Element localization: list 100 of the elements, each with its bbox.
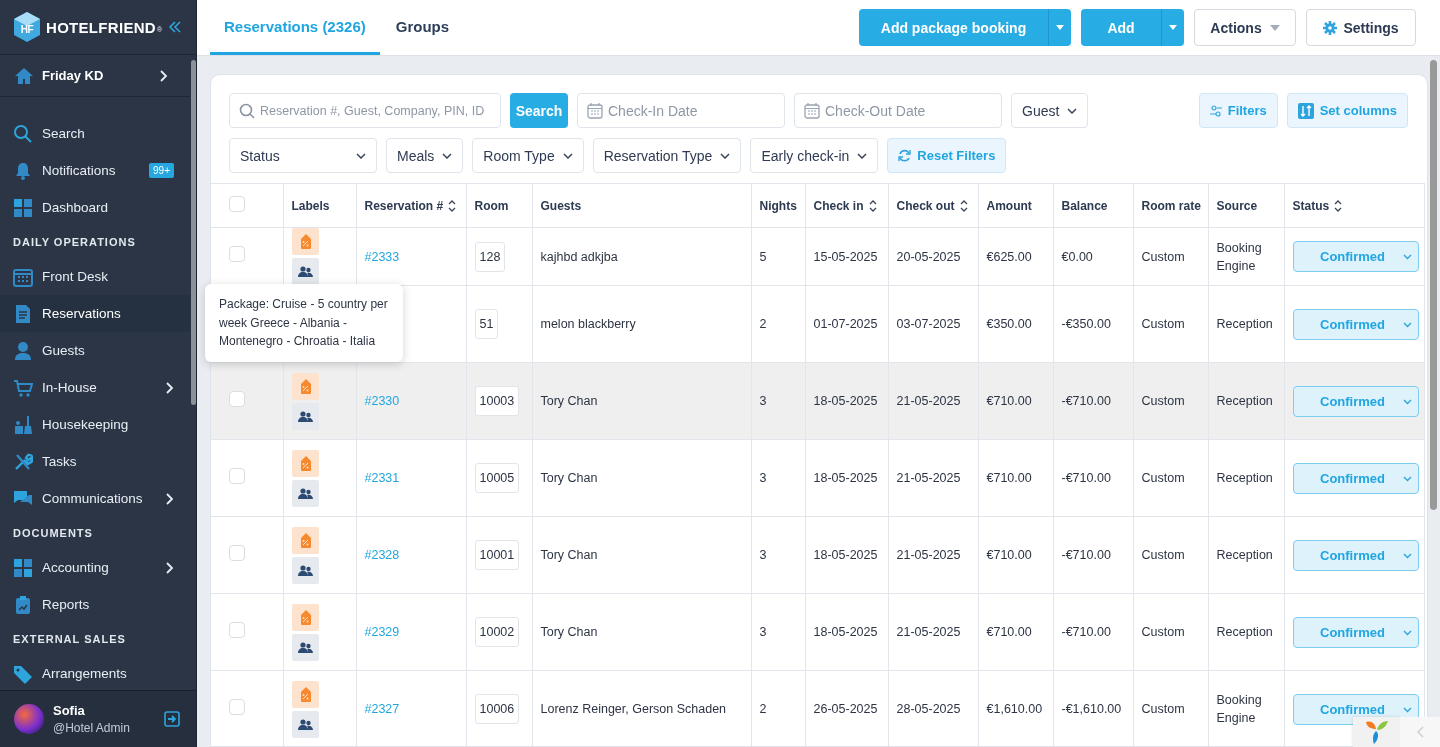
sidebar-item[interactable]: Tasks xyxy=(0,443,190,480)
column-header: Check out xyxy=(896,198,955,213)
column-header: Source xyxy=(1216,198,1258,213)
table-cell: Custom xyxy=(1133,362,1208,440)
sidebar-item[interactable]: Dashboard xyxy=(0,189,190,226)
filter-dropdown[interactable]: Room Type xyxy=(472,138,584,173)
table-cell: kajhbd adkjba xyxy=(532,227,751,286)
table-cell: €710.00 xyxy=(978,516,1053,594)
table-cell: 5 xyxy=(751,227,805,286)
sidebar-item[interactable]: Search xyxy=(0,115,190,152)
table-cell: Lorenz Reinger, Gerson Schaden xyxy=(532,670,751,746)
sidebar-item[interactable]: Accounting xyxy=(0,549,190,586)
user-name: Sofia xyxy=(53,703,86,718)
filter-dropdown[interactable]: Early check-in xyxy=(750,138,879,173)
table-cell: melon blackberry xyxy=(532,285,751,363)
filter-dropdown[interactable]: Status xyxy=(229,138,377,173)
table-cell: 21-05-2025 xyxy=(888,439,978,517)
logo-icon: HF xyxy=(14,12,40,42)
chevron-down-icon xyxy=(1402,398,1412,405)
table-cell: Reception xyxy=(1208,362,1284,440)
dropdown-toggle[interactable] xyxy=(1161,9,1184,46)
table-cell: 03-07-2025 xyxy=(888,285,978,363)
checkbox[interactable] xyxy=(229,246,245,262)
column-header: Nights xyxy=(759,198,797,213)
checkbox[interactable] xyxy=(229,544,245,561)
column-header: Room rate xyxy=(1141,198,1201,213)
cleaning-icon xyxy=(13,414,33,435)
sidebar-item[interactable]: Arrangements xyxy=(0,655,190,692)
sidebar-item[interactable]: Reports xyxy=(0,586,190,623)
bell-icon xyxy=(13,160,33,181)
sidebar-item[interactable]: Guests xyxy=(0,332,190,369)
checkbox[interactable] xyxy=(229,621,245,638)
home-icon xyxy=(14,66,34,85)
sidebar-item[interactable]: Housekeeping xyxy=(0,406,190,443)
avatar xyxy=(14,704,44,734)
tooltip: Package: Cruise - 5 country per week Greece - Albania - Montenegro - Chroatia - Italia xyxy=(205,284,403,362)
table-cell: 21-05-2025 xyxy=(888,593,978,671)
checkbox[interactable] xyxy=(229,196,245,212)
price-tag-icon xyxy=(291,449,319,477)
collapse-icon[interactable] xyxy=(168,21,182,33)
table-cell: €625.00 xyxy=(978,227,1053,286)
table-cell: €350.00 xyxy=(978,285,1053,363)
property-selector[interactable]: Friday KD xyxy=(0,55,190,97)
people-icon xyxy=(291,556,319,584)
actions-dropdown[interactable]: Actions xyxy=(1194,9,1296,46)
checkbox[interactable] xyxy=(229,390,245,407)
sidebar-item[interactable]: Notifications 99+ xyxy=(0,152,190,189)
table-cell: Custom xyxy=(1133,516,1208,594)
notification-badge: 99+ xyxy=(149,163,174,178)
caret-icon xyxy=(1056,25,1064,30)
section-heading: DAILY OPERATIONS xyxy=(12,235,137,250)
table-cell: Booking Engine xyxy=(1208,227,1284,286)
sidebar-item[interactable]: In-House xyxy=(0,369,190,406)
people-icon xyxy=(291,402,319,430)
checkbox[interactable] xyxy=(229,467,245,484)
chat-widget[interactable] xyxy=(1353,717,1400,747)
table-cell: Custom xyxy=(1133,439,1208,517)
table-cell: -€1,610.00 xyxy=(1053,670,1133,746)
date-field[interactable]: Check-In Date xyxy=(577,93,785,128)
settings-button[interactable]: Settings xyxy=(1306,9,1416,46)
sidebar-item[interactable]: Front Desk xyxy=(0,258,190,295)
dropdown-toggle[interactable] xyxy=(1048,9,1071,46)
tab[interactable]: Groups xyxy=(381,0,464,55)
filter-dropdown[interactable]: Reservation Type xyxy=(592,138,742,173)
date-field[interactable]: Check-Out Date xyxy=(794,93,1002,128)
price-tag-icon xyxy=(291,680,319,708)
brand-name: HOTELFRIEND xyxy=(46,18,156,36)
table-cell: -€710.00 xyxy=(1053,439,1133,517)
table-cell: 2 xyxy=(751,670,805,746)
search-field[interactable]: Reservation #, Guest, Company, PIN, ID xyxy=(229,93,501,128)
column-header: Status xyxy=(1292,198,1330,213)
column-header: Guests xyxy=(540,198,582,213)
filter-dropdown[interactable]: Meals xyxy=(386,138,464,173)
room-number: 10003 xyxy=(474,386,520,416)
price-tag-icon xyxy=(291,228,319,255)
table-cell: Custom xyxy=(1133,227,1208,286)
table-cell: €710.00 xyxy=(978,439,1053,517)
settings-icon xyxy=(1323,20,1338,35)
table-cell: 3 xyxy=(751,516,805,594)
document-icon xyxy=(13,303,33,324)
table-cell: 18-05-2025 xyxy=(805,439,888,517)
table-cell: 18-05-2025 xyxy=(805,362,888,440)
table-cell: Reception xyxy=(1208,285,1284,363)
table-cell: Custom xyxy=(1133,670,1208,746)
chevron-down-icon xyxy=(1402,706,1412,713)
checkbox[interactable] xyxy=(229,698,245,715)
sidebar-item[interactable]: Reservations xyxy=(0,295,190,332)
chevron-down-icon xyxy=(1402,254,1412,260)
sidebar-item[interactable]: Communications xyxy=(0,480,190,517)
table-cell: Reception xyxy=(1208,593,1284,671)
filter-dropdown[interactable]: Guest xyxy=(1011,93,1089,128)
room-number: 128 xyxy=(474,241,506,272)
room-number: 10001 xyxy=(474,540,520,570)
table-cell: Reception xyxy=(1208,439,1284,517)
calendar-icon xyxy=(13,266,33,287)
table-cell: €1,610.00 xyxy=(978,670,1053,746)
room-number: 10005 xyxy=(474,463,520,493)
chevron-down-icon xyxy=(442,152,453,159)
user-role: @Hotel Admin xyxy=(53,721,131,735)
logout-icon[interactable] xyxy=(164,711,180,727)
